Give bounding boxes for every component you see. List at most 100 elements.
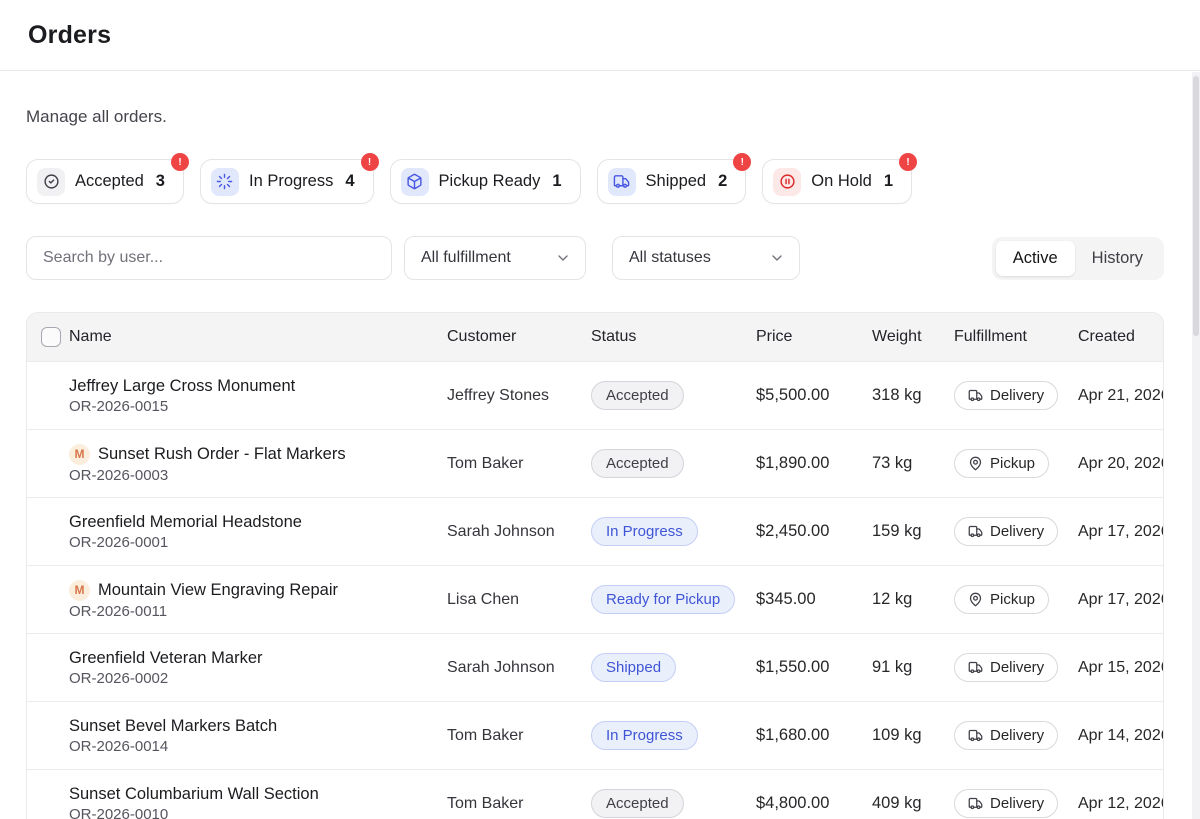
created-date: Apr 14, 2026	[1078, 727, 1163, 745]
fulfillment-label: Delivery	[990, 523, 1044, 540]
table-row[interactable]: Sunset Bevel Markers Batch OR-2026-0014 …	[27, 701, 1163, 769]
memo-badge: M	[69, 580, 90, 601]
filter-bar: All fulfillment All statuses Active Hist…	[26, 236, 1164, 280]
orders-table: Name Customer Status Price Weight Fulfil…	[26, 312, 1164, 819]
order-id: OR-2026-0003	[69, 467, 447, 484]
package-icon	[401, 168, 429, 196]
fulfillment-badge: Delivery	[954, 653, 1058, 682]
scrollbar[interactable]	[1192, 72, 1200, 819]
order-name: Greenfield Memorial Headstone	[69, 513, 302, 532]
created-date: Apr 17, 2026	[1078, 523, 1163, 541]
fulfillment-badge: Delivery	[954, 721, 1058, 750]
table-row[interactable]: Jeffrey Large Cross Monument OR-2026-001…	[27, 361, 1163, 429]
fulfillment-badge: Pickup	[954, 585, 1049, 614]
order-price: $345.00	[756, 590, 872, 609]
map-pin-icon	[968, 456, 983, 471]
order-weight: 91 kg	[872, 658, 954, 677]
truck-icon	[968, 796, 983, 811]
order-name: Greenfield Veteran Marker	[69, 649, 263, 668]
order-id: OR-2026-0015	[69, 398, 447, 415]
customer-name: Jeffrey Stones	[447, 387, 591, 405]
status-chip-label: Accepted	[75, 172, 144, 191]
status-chip-count: 1	[884, 172, 893, 191]
order-id: OR-2026-0011	[69, 603, 447, 620]
view-toggle: Active History	[992, 237, 1164, 280]
map-pin-icon	[968, 592, 983, 607]
customer-name: Tom Baker	[447, 727, 591, 745]
table-row[interactable]: M Mountain View Engraving Repair OR-2026…	[27, 565, 1163, 633]
order-name: Jeffrey Large Cross Monument	[69, 377, 295, 396]
order-weight: 159 kg	[872, 522, 954, 541]
truck-icon	[968, 524, 983, 539]
table-row[interactable]: Greenfield Veteran Marker OR-2026-0002 S…	[27, 633, 1163, 701]
status-badge: Accepted	[591, 381, 684, 410]
table-row[interactable]: Greenfield Memorial Headstone OR-2026-00…	[27, 497, 1163, 565]
status-chip-label: Pickup Ready	[439, 172, 541, 191]
status-dropdown-value: All statuses	[629, 249, 711, 267]
alert-badge: !	[733, 153, 751, 171]
status-chip-label: Shipped	[646, 172, 707, 191]
order-name: Mountain View Engraving Repair	[98, 581, 338, 600]
alert-badge: !	[899, 153, 917, 171]
created-date: Apr 20, 2026	[1078, 455, 1163, 473]
order-weight: 409 kg	[872, 794, 954, 813]
spinner-icon	[211, 168, 239, 196]
status-chip-count: 1	[552, 172, 561, 191]
status-chip[interactable]: Accepted 3 !	[26, 159, 184, 204]
fulfillment-label: Pickup	[990, 591, 1035, 608]
status-chip[interactable]: On Hold 1 !	[762, 159, 912, 204]
column-header-created: Created	[1078, 328, 1163, 346]
truck-icon	[968, 728, 983, 743]
order-id: OR-2026-0010	[69, 806, 447, 819]
alert-badge: !	[361, 153, 379, 171]
order-weight: 12 kg	[872, 590, 954, 609]
status-chip[interactable]: In Progress 4 !	[200, 159, 374, 204]
chevron-down-icon	[555, 250, 571, 266]
column-header-name: Name	[69, 328, 447, 346]
status-chip-count: 3	[156, 172, 165, 191]
status-chip[interactable]: Pickup Ready 1	[390, 159, 581, 204]
page-title: Orders	[28, 21, 111, 50]
order-weight: 109 kg	[872, 726, 954, 745]
toggle-active-button[interactable]: Active	[996, 241, 1075, 276]
column-header-customer: Customer	[447, 328, 591, 346]
customer-name: Lisa Chen	[447, 591, 591, 609]
order-price: $5,500.00	[756, 386, 872, 405]
search-input[interactable]	[26, 236, 392, 280]
created-date: Apr 12, 2026	[1078, 795, 1163, 813]
order-id: OR-2026-0014	[69, 738, 447, 755]
order-price: $1,550.00	[756, 658, 872, 677]
pause-circle-icon	[773, 168, 801, 196]
fulfillment-badge: Delivery	[954, 789, 1058, 818]
order-price: $2,450.00	[756, 522, 872, 541]
status-summary-chips: Accepted 3 ! In Progress 4 ! Pickup Read…	[26, 159, 1164, 204]
page-subtitle: Manage all orders.	[26, 107, 1164, 127]
fulfillment-label: Pickup	[990, 455, 1035, 472]
truck-icon	[608, 168, 636, 196]
fulfillment-label: Delivery	[990, 795, 1044, 812]
created-date: Apr 15, 2026	[1078, 659, 1163, 677]
fulfillment-badge: Delivery	[954, 381, 1058, 410]
fulfillment-label: Delivery	[990, 387, 1044, 404]
status-badge: Ready for Pickup	[591, 585, 735, 614]
select-all-checkbox[interactable]	[41, 327, 61, 347]
order-weight: 318 kg	[872, 386, 954, 405]
fulfillment-dropdown[interactable]: All fulfillment	[404, 236, 586, 280]
column-header-price: Price	[756, 328, 872, 346]
table-row[interactable]: Sunset Columbarium Wall Section OR-2026-…	[27, 769, 1163, 819]
order-price: $1,680.00	[756, 726, 872, 745]
status-badge: Accepted	[591, 789, 684, 818]
status-chip[interactable]: Shipped 2 !	[597, 159, 747, 204]
fulfillment-dropdown-value: All fulfillment	[421, 249, 511, 267]
table-row[interactable]: M Sunset Rush Order - Flat Markers OR-20…	[27, 429, 1163, 497]
status-dropdown[interactable]: All statuses	[612, 236, 800, 280]
status-chip-count: 4	[345, 172, 354, 191]
memo-badge: M	[69, 444, 90, 465]
check-circle-icon	[37, 168, 65, 196]
scrollbar-thumb[interactable]	[1193, 76, 1199, 336]
customer-name: Tom Baker	[447, 455, 591, 473]
customer-name: Tom Baker	[447, 795, 591, 813]
column-header-status: Status	[591, 328, 756, 346]
fulfillment-badge: Pickup	[954, 449, 1049, 478]
toggle-history-button[interactable]: History	[1075, 241, 1160, 276]
